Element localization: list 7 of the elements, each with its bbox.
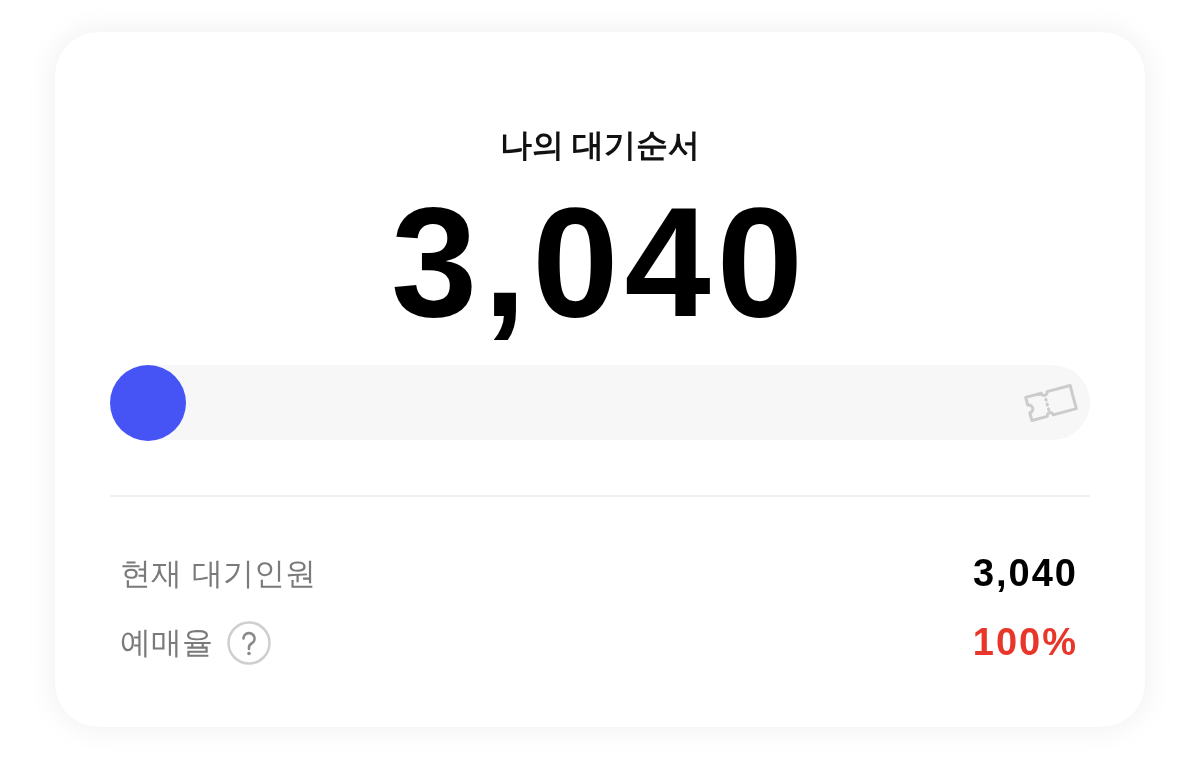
stat-value: 100% [972, 621, 1078, 664]
queue-position: 3,040 [391, 188, 809, 338]
help-icon[interactable] [227, 620, 271, 665]
stat-label: 현재 대기인원 [119, 553, 316, 593]
queue-title: 나의 대기순서 [499, 126, 701, 165]
stat-value: 3,040 [972, 552, 1078, 595]
stat-label: 예매율 [119, 622, 213, 662]
